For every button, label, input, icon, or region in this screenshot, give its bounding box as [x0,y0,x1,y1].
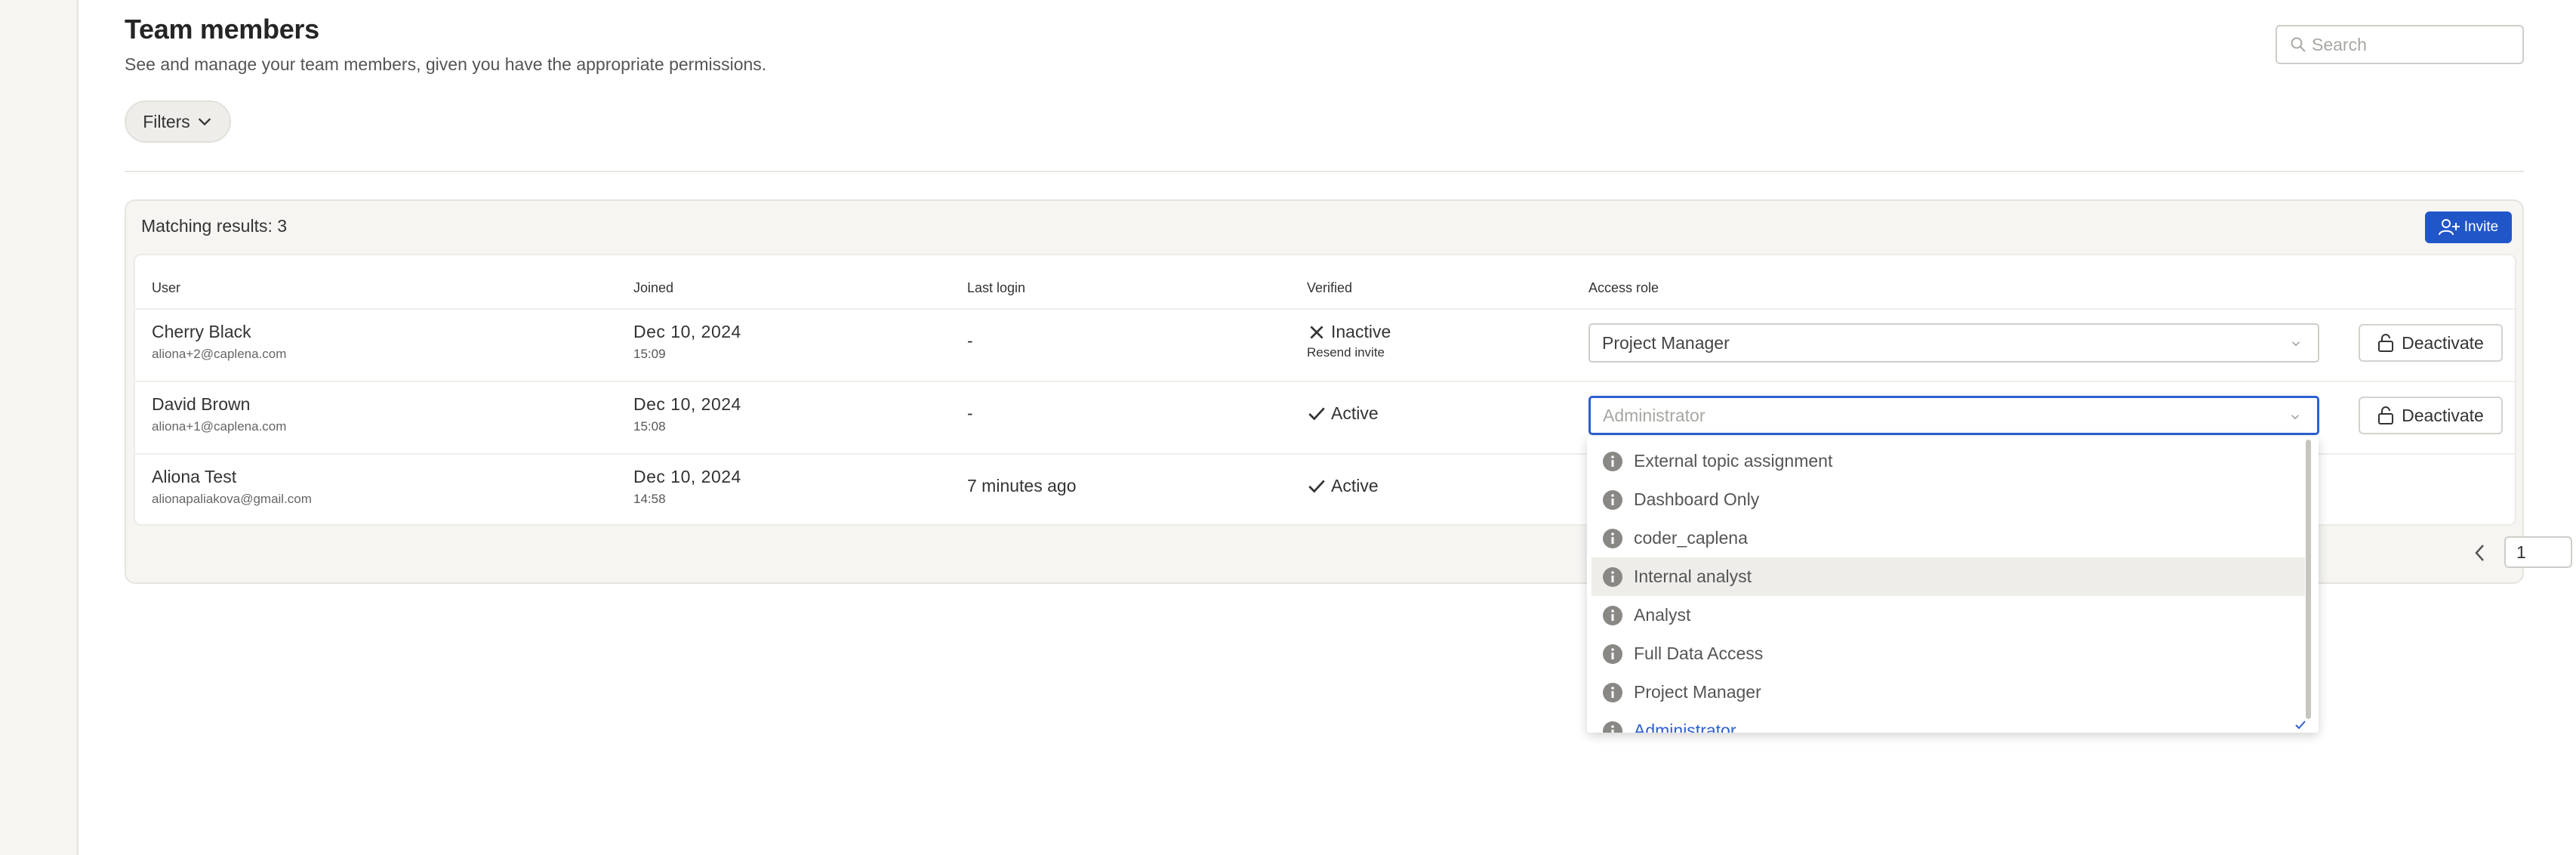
dropdown-option-label: Analyst [1634,605,1691,625]
chevron-down-icon [198,118,211,126]
check-icon [2295,721,2306,730]
joined-cell: Dec 10, 2024 14:58 [633,467,741,507]
invite-label: Invite [2464,219,2499,235]
search-box[interactable] [2276,25,2524,64]
row-divider [135,308,2515,310]
last-login: 7 minutes ago [967,476,1077,495]
search-input[interactable] [2312,34,2516,55]
dropdown-option-label: Full Data Access [1634,644,1764,663]
joined-cell: Dec 10, 2024 15:08 [633,394,741,434]
dropdown-option[interactable]: Dashboard Only [1592,480,2305,519]
filters-button[interactable]: Filters [125,100,231,143]
deactivate-label: Deactivate [2402,332,2484,353]
access-role-value: Project Manager [1602,332,1730,353]
left-rail [0,0,79,855]
page-subtitle: See and manage your team members, given … [125,54,767,74]
info-icon [1603,682,1622,702]
add-user-icon [2438,219,2460,236]
dropdown-option-label: Administrator [1634,721,1736,733]
access-role-select[interactable]: Administrator [1588,396,2319,435]
page-title: Team members [125,14,319,45]
search-icon [2291,37,2306,52]
table-row-user[interactable]: Cherry Black aliona+2@caplena.com [152,322,286,362]
verified-status: Active [1331,403,1379,423]
resend-invite-link[interactable]: Resend invite [1307,345,1391,360]
last-login: - [967,403,973,423]
matching-results: Matching results: 3 [141,216,288,236]
row-divider [135,381,2515,382]
table-row-user[interactable]: David Brown aliona+1@caplena.com [152,394,286,434]
joined-date: Dec 10, 2024 [633,467,741,486]
lock-icon [2378,406,2394,424]
dropdown-option-label: coder_caplena [1634,528,1748,548]
dropdown-option-label: Dashboard Only [1634,489,1760,509]
divider [125,171,2524,172]
user-name: David Brown [152,394,251,414]
access-role-dropdown: External topic assignment Dashboard Only… [1587,437,2319,733]
x-icon [1310,325,1323,339]
info-icon [1603,489,1622,510]
dropdown-option[interactable]: Analyst [1592,596,2305,634]
access-role-select[interactable]: Project Manager [1588,323,2319,363]
joined-time: 15:08 [633,419,666,434]
dropdown-option[interactable]: Internal analyst [1592,557,2305,596]
column-header-verified: Verified [1307,280,1353,295]
deactivate-button[interactable]: Deactivate [2359,324,2503,362]
dropdown-scrollbar[interactable] [2306,440,2311,719]
info-icon [1603,451,1622,471]
invite-button[interactable]: Invite [2425,211,2512,243]
joined-time: 15:09 [633,347,666,361]
user-email: aliona+1@caplena.com [152,419,287,434]
dropdown-option-label: External topic assignment [1634,451,1833,471]
user-name: Cherry Black [152,322,251,341]
info-icon [1603,528,1622,548]
info-icon [1603,605,1622,625]
column-header-last-login: Last login [967,280,1026,295]
access-role-placeholder: Administrator [1603,405,1706,425]
user-email: alionapaliakova@gmail.com [152,492,312,506]
user-name: Aliona Test [152,467,237,486]
dropdown-option[interactable]: coder_caplena [1592,519,2305,557]
verified-status: Inactive [1331,322,1391,341]
dropdown-option[interactable]: Project Manager [1592,673,2305,711]
dropdown-option-selected[interactable]: Administrator [1592,711,2305,733]
verified-status: Active [1331,476,1379,495]
dropdown-option-label: Internal analyst [1634,566,1752,586]
lock-icon [2378,334,2394,352]
page-number-input[interactable] [2504,536,2572,568]
chevron-down-icon [2291,341,2300,347]
dropdown-option[interactable]: External topic assignment [1592,442,2305,480]
chevron-left-icon[interactable] [2473,543,2488,563]
table-row-user[interactable]: Aliona Test alionapaliakova@gmail.com [152,467,312,507]
joined-time: 14:58 [633,492,666,506]
last-login: - [967,331,973,350]
deactivate-label: Deactivate [2402,405,2484,425]
column-header-user: User [152,280,181,295]
verified-cell: Active [1307,476,1379,496]
joined-date: Dec 10, 2024 [633,322,741,341]
filters-label: Filters [143,111,190,131]
info-icon [1603,721,1622,733]
joined-cell: Dec 10, 2024 15:09 [633,322,741,362]
dropdown-option[interactable]: Full Data Access [1592,634,2305,673]
info-icon [1603,566,1622,587]
column-header-joined: Joined [633,280,674,295]
chevron-down-icon [2291,415,2300,420]
check-icon [1308,406,1325,420]
check-icon [1308,479,1325,492]
user-email: aliona+2@caplena.com [152,347,287,361]
verified-cell: Active [1307,403,1379,424]
verified-cell: Inactive Resend invite [1307,322,1391,360]
dropdown-option-label: Project Manager [1634,682,1761,702]
info-icon [1603,644,1622,664]
deactivate-button[interactable]: Deactivate [2359,397,2503,434]
joined-date: Dec 10, 2024 [633,394,741,414]
column-header-access-role: Access role [1588,280,1659,295]
